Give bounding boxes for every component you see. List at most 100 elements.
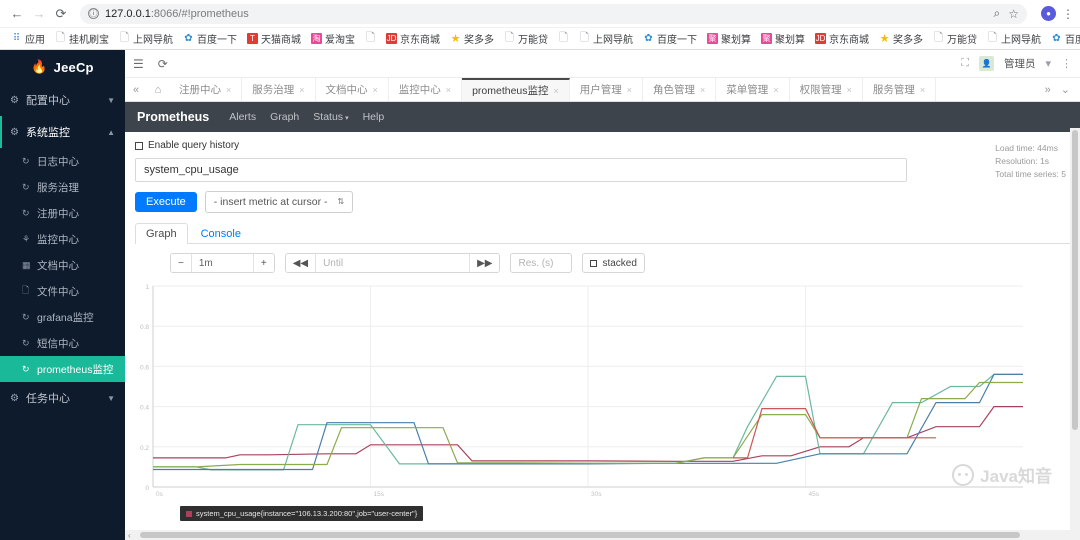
close-icon[interactable]: ×: [700, 85, 705, 95]
chrome-menu-icon[interactable]: ⋮: [1062, 7, 1074, 21]
sidebar-item-0[interactable]: ↻日志中心: [0, 148, 125, 174]
sidebar-item-5[interactable]: 🗋文件中心: [0, 278, 125, 304]
content-tab-5[interactable]: 用户管理×: [570, 78, 643, 101]
tab-scroll-left-icon[interactable]: «: [125, 78, 147, 101]
bookmark-item[interactable]: 🗋万能贷: [499, 31, 553, 46]
close-icon[interactable]: ×: [773, 85, 778, 95]
time-back-button[interactable]: ◀◀: [286, 254, 315, 272]
sidebar-group-tasks[interactable]: ⚙任务中心▼: [0, 382, 125, 414]
tab-console[interactable]: Console: [190, 223, 252, 244]
tab-home-icon[interactable]: ⌂: [147, 78, 169, 101]
sidebar-toggle-icon[interactable]: ☰: [133, 57, 144, 71]
stacked-toggle[interactable]: stacked: [582, 253, 644, 273]
close-icon[interactable]: ×: [299, 85, 304, 95]
bookmark-item[interactable]: 🗋上网导航: [982, 31, 1046, 46]
close-icon[interactable]: ×: [446, 85, 451, 95]
content-tab-6[interactable]: 角色管理×: [643, 78, 716, 101]
zoom-icon[interactable]: ⌕: [994, 6, 1001, 21]
close-icon[interactable]: ×: [627, 85, 632, 95]
sidebar-item-1[interactable]: ↻服务治理: [0, 174, 125, 200]
back-button[interactable]: ←: [6, 3, 28, 25]
sidebar-group-config[interactable]: ⚙配置中心▼: [0, 84, 125, 116]
close-icon[interactable]: ×: [226, 85, 231, 95]
until-input[interactable]: Until: [315, 254, 469, 272]
content-tab-7[interactable]: 菜单管理×: [716, 78, 789, 101]
refresh-icon[interactable]: ⟳: [158, 57, 168, 71]
content-tab-2[interactable]: 文档中心×: [316, 78, 389, 101]
content-tab-8[interactable]: 权限管理×: [790, 78, 863, 101]
bookmark-item[interactable]: 🗋万能贷: [928, 31, 982, 46]
prom-nav-alerts[interactable]: Alerts: [229, 111, 256, 123]
sidebar-item-2[interactable]: ↻注册中心: [0, 200, 125, 226]
prom-nav-status[interactable]: Status▾: [313, 111, 348, 123]
tab-more-icon[interactable]: »: [1045, 84, 1051, 96]
content-tab-3[interactable]: 监控中心×: [389, 78, 462, 101]
chart-svg[interactable]: 00.20.40.60.810s15s30s45s: [135, 280, 1035, 505]
sidebar-item-6[interactable]: ↻grafana监控: [0, 304, 125, 330]
prom-nav-help[interactable]: Help: [363, 111, 385, 123]
reload-button[interactable]: ⟳: [50, 3, 72, 25]
bookmark-item[interactable]: ★奖多多: [445, 31, 499, 46]
tab-dropdown-icon[interactable]: ⌄: [1061, 83, 1070, 96]
bookmark-star-icon[interactable]: ☆: [1008, 7, 1019, 21]
user-avatar[interactable]: 👤: [979, 56, 994, 71]
bookmark-item[interactable]: 🗋上网导航: [574, 31, 638, 46]
enable-query-history-row[interactable]: Enable query history: [135, 140, 1070, 151]
horizontal-scrollbar[interactable]: ‹: [125, 530, 1070, 540]
bookmark-item[interactable]: ✿百度一下: [1046, 31, 1080, 46]
stacked-checkbox[interactable]: [590, 260, 597, 267]
graph-chart[interactable]: 00.20.40.60.810s15s30s45s system_cpu_usa…: [135, 280, 1070, 505]
insert-metric-select[interactable]: - insert metric at cursor - ⇅: [205, 191, 353, 213]
bookmark-item[interactable]: 淘爱淘宝: [306, 31, 360, 46]
sidebar-item-8[interactable]: ↻prometheus监控: [0, 356, 125, 382]
content-tab-9[interactable]: 服务管理×: [863, 78, 936, 101]
bookmark-item[interactable]: 聚聚划算: [756, 31, 810, 46]
prom-nav-graph[interactable]: Graph: [270, 111, 299, 123]
vertical-scrollbar[interactable]: [1070, 128, 1080, 540]
sidebar-item-4[interactable]: ▦文档中心: [0, 252, 125, 278]
sidebar-item-7[interactable]: ↻短信中心: [0, 330, 125, 356]
horizontal-scrollbar-thumb[interactable]: [140, 532, 1020, 538]
user-caret-icon[interactable]: ▾: [1045, 57, 1051, 70]
site-info-icon[interactable]: ⓘ: [88, 8, 99, 19]
bookmark-item[interactable]: 🗋: [360, 33, 381, 44]
bookmark-item[interactable]: ✿百度一下: [178, 31, 242, 46]
prometheus-brand[interactable]: Prometheus: [137, 110, 209, 124]
query-history-checkbox[interactable]: [135, 142, 143, 150]
bookmark-item[interactable]: 🗋: [553, 33, 574, 44]
resolution-input[interactable]: Res. (s): [510, 253, 572, 273]
bookmark-item[interactable]: ★奖多多: [874, 31, 928, 46]
range-increase-button[interactable]: +: [253, 254, 274, 272]
sidebar-item-3[interactable]: ⚘监控中心: [0, 226, 125, 252]
bookmark-item[interactable]: JD京东商城: [381, 31, 445, 46]
address-bar[interactable]: ⓘ 127.0.0.1 :8066/#!prometheus ⌕ ☆: [80, 4, 1027, 24]
bookmark-item[interactable]: T天猫商城: [242, 31, 306, 46]
sidebar-group-monitor[interactable]: ⚙系统监控▲: [0, 116, 125, 148]
tab-graph[interactable]: Graph: [135, 223, 188, 244]
profile-avatar[interactable]: ●: [1041, 6, 1056, 21]
execute-button[interactable]: Execute: [135, 192, 197, 212]
close-icon[interactable]: ×: [920, 85, 925, 95]
query-expression-input[interactable]: system_cpu_usage: [135, 158, 907, 182]
content-tab-0[interactable]: 注册中心×: [169, 78, 242, 101]
bookmark-item[interactable]: ⠿应用: [6, 31, 50, 46]
bookmark-item[interactable]: 🗋挂机刷宝: [50, 31, 114, 46]
topbar-kebab-icon[interactable]: ⋮: [1061, 57, 1072, 70]
forward-button[interactable]: →: [28, 3, 50, 25]
vertical-scrollbar-thumb[interactable]: [1072, 130, 1078, 430]
close-icon[interactable]: ×: [847, 85, 852, 95]
bookmark-item[interactable]: JD京东商城: [810, 31, 874, 46]
hscroll-left-arrow[interactable]: ‹: [125, 531, 134, 540]
content-tab-1[interactable]: 服务治理×: [242, 78, 315, 101]
close-icon[interactable]: ×: [373, 85, 378, 95]
close-icon[interactable]: ×: [554, 86, 559, 96]
bookmark-item[interactable]: ✿百度一下: [638, 31, 702, 46]
bookmark-item[interactable]: 聚聚划算: [702, 31, 756, 46]
fullscreen-icon[interactable]: ⛶: [961, 57, 969, 70]
range-decrease-button[interactable]: −: [171, 254, 191, 272]
bookmark-item[interactable]: 🗋上网导航: [114, 31, 178, 46]
content-tab-4[interactable]: prometheus监控×: [462, 78, 570, 101]
time-forward-button[interactable]: ▶▶: [469, 254, 499, 272]
user-name-label[interactable]: 管理员: [1004, 56, 1036, 71]
range-value-input[interactable]: 1m: [191, 254, 253, 272]
